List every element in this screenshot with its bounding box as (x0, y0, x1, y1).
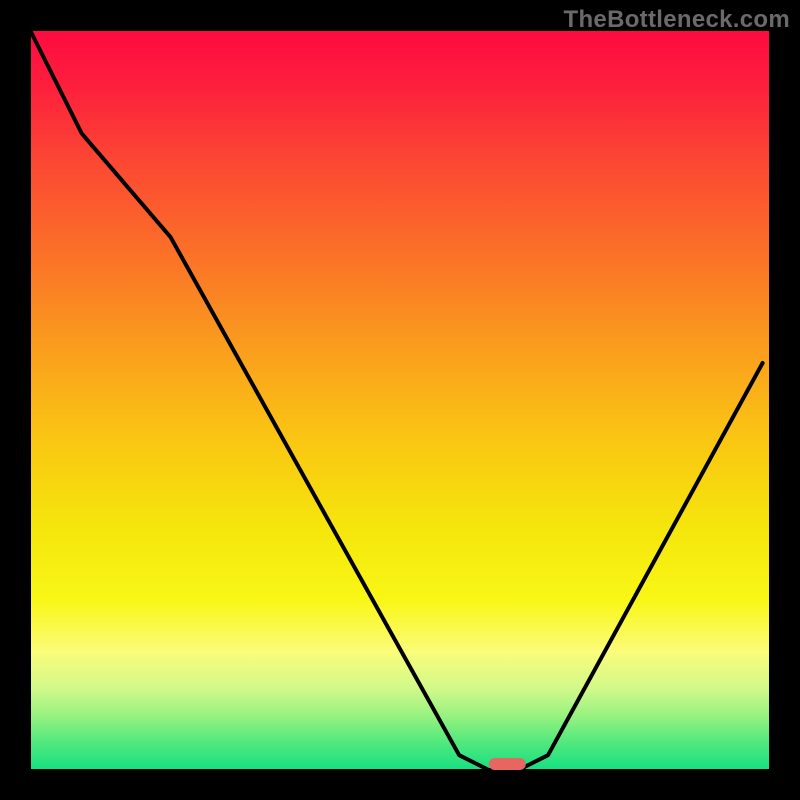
highlight-segment (489, 758, 526, 770)
watermark-text: TheBottleneck.com (564, 6, 790, 34)
plot-background (30, 30, 770, 770)
bottleneck-chart (0, 0, 800, 800)
chart-container: TheBottleneck.com (0, 0, 800, 800)
